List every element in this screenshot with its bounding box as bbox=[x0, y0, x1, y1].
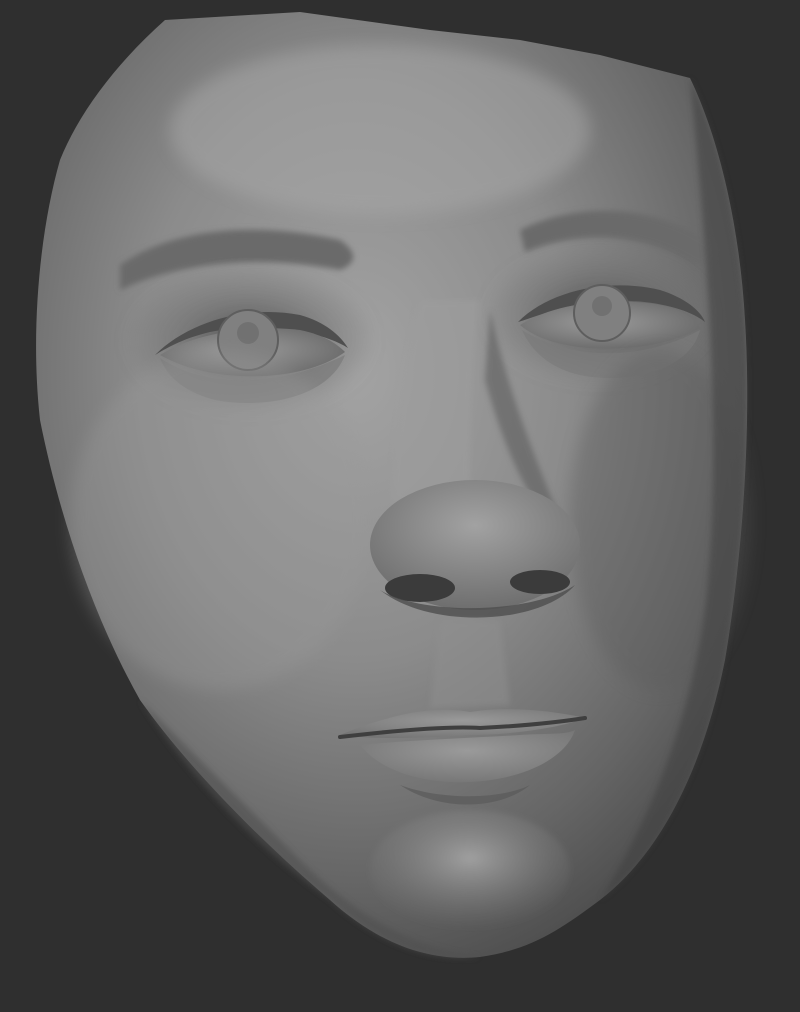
face-sculpt-model[interactable] bbox=[0, 0, 800, 1012]
right-pupil bbox=[592, 296, 612, 316]
right-nostril bbox=[510, 570, 570, 594]
philtrum bbox=[430, 620, 510, 708]
left-pupil bbox=[237, 322, 259, 344]
sculpt-viewport[interactable] bbox=[0, 0, 800, 1012]
left-cheek bbox=[70, 350, 370, 690]
chin bbox=[370, 810, 570, 930]
forehead-highlight bbox=[170, 45, 590, 215]
